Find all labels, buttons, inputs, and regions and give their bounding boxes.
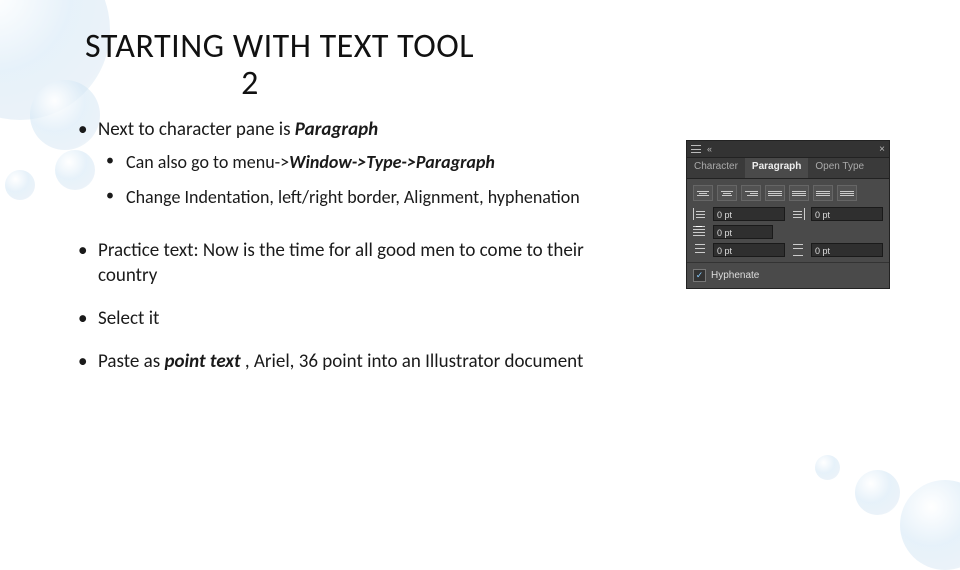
- panel-tabs: Character Paragraph Open Type: [687, 158, 889, 179]
- paragraph-panel: « × Character Paragraph Open Type 0 pt 0…: [686, 140, 890, 289]
- align-center-icon[interactable]: [717, 185, 737, 201]
- first-line-indent-icon: [693, 226, 707, 238]
- space-after-field[interactable]: 0 pt: [811, 243, 883, 257]
- decorative-bubble: [5, 170, 35, 200]
- space-after-icon: [791, 244, 805, 256]
- justify-left-icon[interactable]: [765, 185, 785, 201]
- bullet-4: Paste as point text , Ariel, 36 point in…: [70, 350, 630, 393]
- tab-character[interactable]: Character: [687, 158, 745, 178]
- title-line-1: STARTING WITH TEXT TOOL: [85, 26, 474, 67]
- decorative-bubble: [900, 480, 960, 570]
- slide-title: STARTING WITH TEXT TOOL 2: [85, 28, 605, 103]
- title-line-2: 2: [85, 65, 415, 102]
- align-left-icon[interactable]: [693, 185, 713, 201]
- indent-left-field[interactable]: 0 pt: [713, 207, 785, 221]
- bullet-1a: Can also go to menu->Window->Type->Parag…: [98, 151, 630, 186]
- align-right-icon[interactable]: [741, 185, 761, 201]
- panel-collapse-icon[interactable]: «: [707, 144, 712, 154]
- justify-all-icon[interactable]: [837, 185, 857, 201]
- alignment-row: [687, 179, 889, 205]
- indent-right-icon: [791, 208, 805, 220]
- bullet-1b: Change Indentation, left/right border, A…: [98, 186, 630, 221]
- panel-titlebar: « ×: [687, 141, 889, 158]
- space-before-icon: [693, 244, 707, 256]
- justify-center-icon[interactable]: [789, 185, 809, 201]
- bullet-2: Practice text: Now is the time for all g…: [70, 239, 630, 306]
- bullet-1: Next to character pane is Paragraph Can …: [70, 118, 630, 239]
- panel-close-icon[interactable]: ×: [879, 144, 885, 155]
- space-before-field[interactable]: 0 pt: [713, 243, 785, 257]
- indent-right-field[interactable]: 0 pt: [811, 207, 883, 221]
- justify-right-icon[interactable]: [813, 185, 833, 201]
- slide-body: Next to character pane is Paragraph Can …: [70, 118, 630, 392]
- panel-menu-icon[interactable]: [691, 145, 701, 153]
- tab-opentype[interactable]: Open Type: [808, 158, 871, 178]
- decorative-bubble: [815, 455, 840, 480]
- tab-paragraph[interactable]: Paragraph: [745, 158, 808, 178]
- decorative-bubble: [855, 470, 900, 515]
- bullet-3: Select it: [70, 307, 630, 350]
- hyphenate-label: Hyphenate: [711, 270, 759, 281]
- hyphenate-checkbox[interactable]: ✓: [693, 269, 706, 282]
- first-line-indent-field[interactable]: 0 pt: [713, 225, 773, 239]
- indent-left-icon: [693, 208, 707, 220]
